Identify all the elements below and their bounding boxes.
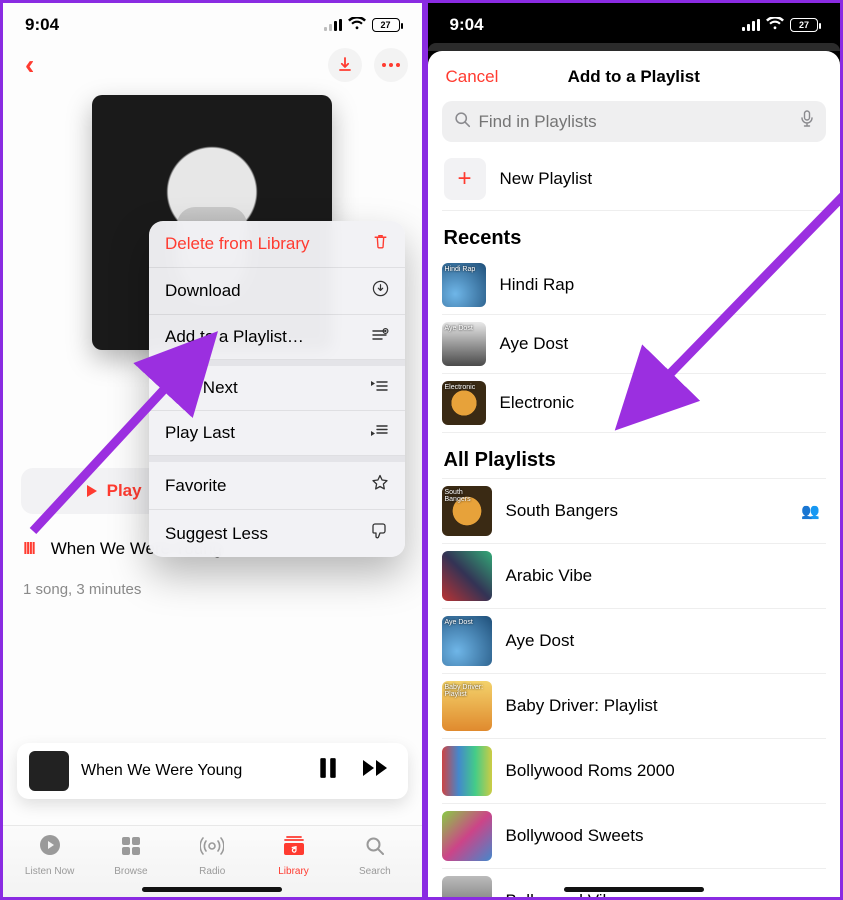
now-playing-title: When We Were Young <box>81 762 300 780</box>
now-playing-art <box>29 751 69 791</box>
new-playlist-label: New Playlist <box>500 169 593 189</box>
all-playlists-list: South Bangers South Bangers 👥 Arabic Vibe Ay… <box>442 478 827 897</box>
status-time: 9:04 <box>450 15 484 35</box>
playlist-thumb: Hindi Rap <box>442 263 486 307</box>
cancel-button[interactable]: Cancel <box>446 67 499 87</box>
status-time: 9:04 <box>25 15 59 35</box>
menu-download[interactable]: Download <box>149 268 405 315</box>
search-icon <box>454 111 471 133</box>
playlist-name: Electronic <box>500 393 827 413</box>
cellular-icon <box>324 19 342 31</box>
playlist-name: Bollywood Roms 2000 <box>506 761 827 781</box>
recents-list: Hindi Rap Hindi Rap Aye Dost Aye Dost Electr… <box>442 256 827 433</box>
battery-icon: 27 <box>790 18 818 32</box>
thumbs-down-icon <box>371 522 389 545</box>
home-indicator[interactable] <box>142 887 282 892</box>
add-to-playlist-screen: 9:04 27 Cancel Add to a Playlist + New P <box>422 3 841 897</box>
playlist-item[interactable]: Aye Dost Aye Dost <box>442 609 827 674</box>
playlist-item[interactable]: Hindi Rap Hindi Rap <box>442 256 827 315</box>
status-icons: 27 <box>742 17 818 34</box>
play-next-icon <box>370 378 389 398</box>
sheet: Cancel Add to a Playlist + New Playlist … <box>428 51 841 897</box>
tab-browse[interactable]: Browse <box>95 836 167 877</box>
plus-icon: + <box>444 158 486 200</box>
star-icon <box>371 474 389 497</box>
menu-play-next[interactable]: Play Next <box>149 366 405 411</box>
home-indicator[interactable] <box>564 887 704 892</box>
playlist-thumb: Baby Driver: Playlist <box>442 681 492 731</box>
playlist-name: Arabic Vibe <box>506 566 827 586</box>
status-icons: 27 <box>324 17 400 34</box>
download-button[interactable] <box>328 48 362 82</box>
playlist-thumb <box>442 876 492 897</box>
forward-button[interactable] <box>356 758 396 784</box>
now-playing-bar[interactable]: When We Were Young <box>17 743 408 799</box>
audio-bars-icon: ǀǀǀǀ <box>23 539 34 558</box>
playlist-thumb <box>442 811 492 861</box>
playlist-name: Hindi Rap <box>500 275 827 295</box>
library-icon <box>283 836 305 862</box>
menu-delete[interactable]: Delete from Library <box>149 221 405 268</box>
cellular-icon <box>742 19 760 31</box>
playlist-item[interactable]: Aye Dost Aye Dost <box>442 315 827 374</box>
status-bar: 9:04 27 <box>3 3 422 39</box>
playlist-name: Aye Dost <box>506 631 827 651</box>
tab-library[interactable]: Library <box>258 836 330 877</box>
play-circle-icon <box>39 834 61 862</box>
topbar: ‹ <box>3 39 422 87</box>
recents-heading: Recents <box>442 211 827 256</box>
playlist-thumb: Aye Dost <box>442 322 486 366</box>
wifi-icon <box>348 17 366 34</box>
all-playlists-heading: All Playlists <box>442 433 827 478</box>
tab-search[interactable]: Search <box>339 836 411 877</box>
shared-icon: 👥 <box>801 502 826 520</box>
playlist-name: Bollywood Sweets <box>506 826 827 846</box>
playlist-thumb: Electronic <box>442 381 486 425</box>
new-playlist-button[interactable]: + New Playlist <box>442 142 827 211</box>
radio-icon <box>200 836 224 862</box>
tab-listen-now[interactable]: Listen Now <box>14 834 86 877</box>
playlist-item[interactable]: Bollywood Roms 2000 <box>442 739 827 804</box>
playlist-thumb: Aye Dost <box>442 616 492 666</box>
playlist-item[interactable]: Baby Driver: Playlist Baby Driver: Playli… <box>442 674 827 739</box>
menu-add-playlist[interactable]: Add to a Playlist… <box>149 315 405 360</box>
play-last-icon <box>370 423 389 443</box>
search-input[interactable] <box>479 112 793 132</box>
download-circle-icon <box>372 280 389 302</box>
playlist-item[interactable]: South Bangers South Bangers 👥 <box>442 479 827 544</box>
menu-suggest-less[interactable]: Suggest Less <box>149 510 405 557</box>
pause-button[interactable] <box>312 757 344 785</box>
grid-icon <box>121 836 141 862</box>
dictation-icon[interactable] <box>800 110 814 133</box>
playlist-name: Baby Driver: Playlist <box>506 696 827 716</box>
playlist-name: South Bangers <box>506 501 788 521</box>
playlist-item[interactable]: Arabic Vibe <box>442 544 827 609</box>
back-button[interactable]: ‹ <box>17 45 42 85</box>
playlist-thumb <box>442 746 492 796</box>
playlist-item[interactable]: Electronic Electronic <box>442 374 827 433</box>
song-meta: 1 song, 3 minutes <box>3 569 422 610</box>
more-button[interactable] <box>374 48 408 82</box>
playlist-item[interactable]: Bollywood Vibes <box>442 869 827 897</box>
play-label: Play <box>107 481 142 501</box>
context-menu: Delete from Library Download Add to a Pl… <box>149 221 405 557</box>
play-icon <box>85 484 99 498</box>
menu-play-last[interactable]: Play Last <box>149 411 405 456</box>
sheet-title: Add to a Playlist <box>568 67 700 87</box>
playlist-thumb <box>442 551 492 601</box>
add-list-icon <box>370 327 389 347</box>
menu-favorite[interactable]: Favorite <box>149 462 405 510</box>
status-bar: 9:04 27 <box>428 3 841 45</box>
playlist-item[interactable]: Bollywood Sweets <box>442 804 827 869</box>
wifi-icon <box>766 17 784 34</box>
search-icon <box>365 836 385 862</box>
trash-icon <box>372 233 389 255</box>
playlist-thumb: South Bangers <box>442 486 492 536</box>
search-field[interactable] <box>442 101 827 142</box>
tab-radio[interactable]: Radio <box>176 836 248 877</box>
playlist-name: Aye Dost <box>500 334 827 354</box>
music-detail-screen: 9:04 27 ‹ Play ǀǀǀǀ When <box>3 3 422 897</box>
battery-icon: 27 <box>372 18 400 32</box>
